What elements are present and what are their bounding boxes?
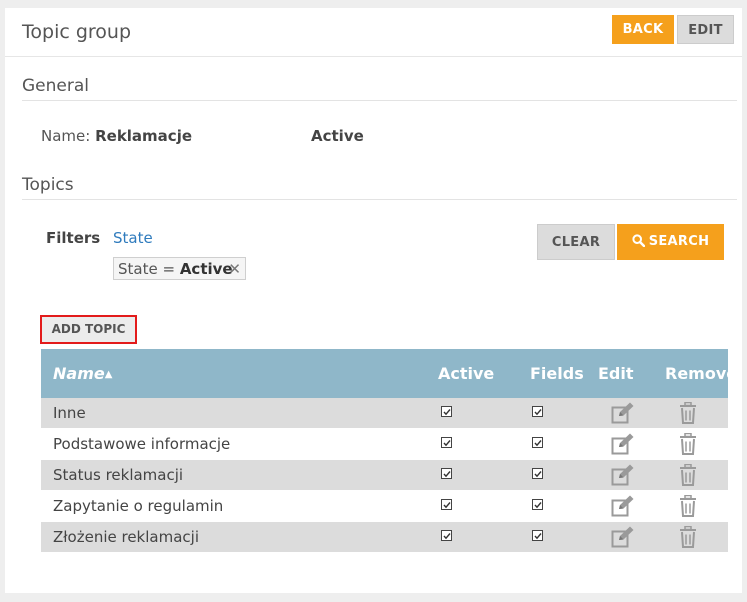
- back-button[interactable]: BACK: [612, 15, 674, 44]
- edit-icon[interactable]: [611, 433, 635, 459]
- topics-table: Name▲ Active Fields Edit Remove Inne Pod…: [41, 349, 737, 553]
- search-label: SEARCH: [648, 234, 710, 249]
- topic-name[interactable]: Status reklamacji: [53, 466, 183, 484]
- column-header-name[interactable]: Name▲: [53, 364, 112, 383]
- topic-name[interactable]: Inne: [53, 404, 86, 422]
- active-checkbox-icon: [441, 437, 452, 448]
- name-label: Name:: [41, 127, 91, 145]
- topic-group-panel: Topic group BACK EDIT General Name: Rekl…: [5, 8, 742, 593]
- column-header-edit: Edit: [598, 364, 634, 383]
- search-button[interactable]: SEARCH: [617, 224, 724, 260]
- page-title: Topic group: [22, 21, 132, 43]
- trash-icon[interactable]: [679, 494, 697, 521]
- edit-icon[interactable]: [611, 495, 635, 521]
- name-value: Reklamacje: [95, 127, 193, 145]
- name-field: Name: Reklamacje: [41, 127, 192, 145]
- active-checkbox-icon: [441, 530, 452, 541]
- table-row: Podstawowe informacje: [41, 429, 728, 460]
- active-checkbox-icon: [441, 499, 452, 510]
- close-icon[interactable]: ✕: [228, 258, 241, 280]
- edit-icon[interactable]: [611, 402, 635, 428]
- search-icon: [632, 234, 645, 248]
- topics-divider: [22, 199, 737, 200]
- edit-button[interactable]: EDIT: [677, 15, 734, 44]
- name-header-label: Name: [53, 364, 105, 383]
- state-filter-chip: State = Active ✕: [113, 257, 246, 280]
- table-row: Status reklamacji: [41, 460, 728, 491]
- table-row: Zapytanie o regulamin: [41, 491, 728, 522]
- fields-checkbox-icon: [532, 406, 543, 417]
- clear-button[interactable]: CLEAR: [537, 224, 615, 260]
- filters-label: Filters: [46, 229, 101, 247]
- fields-checkbox-icon: [532, 437, 543, 448]
- state-value: Active: [311, 127, 364, 145]
- general-divider: [22, 100, 737, 101]
- column-header-fields: Fields: [530, 364, 584, 383]
- topics-section-title: Topics: [22, 175, 74, 195]
- column-header-remove: Remove: [665, 364, 738, 383]
- trash-icon[interactable]: [679, 463, 697, 490]
- chip-value: Active: [179, 260, 233, 278]
- active-checkbox-icon: [441, 406, 452, 417]
- table-body: Inne Podstawowe informacje Status reklam…: [41, 398, 728, 553]
- topic-name[interactable]: Złożenie reklamacji: [53, 528, 199, 546]
- fields-checkbox-icon: [532, 530, 543, 541]
- trash-icon[interactable]: [679, 401, 697, 428]
- state-filter-link[interactable]: State: [113, 229, 153, 247]
- table-header: Name▲ Active Fields Edit Remove: [41, 349, 737, 398]
- table-row: Inne: [41, 398, 728, 429]
- general-section-title: General: [22, 76, 89, 96]
- add-topic-button[interactable]: ADD TOPIC: [40, 315, 137, 344]
- sort-ascending-icon: ▲: [104, 369, 113, 380]
- edit-icon[interactable]: [611, 526, 635, 552]
- topic-name[interactable]: Podstawowe informacje: [53, 435, 230, 453]
- edit-icon[interactable]: [611, 464, 635, 490]
- active-checkbox-icon: [441, 468, 452, 479]
- fields-checkbox-icon: [532, 468, 543, 479]
- page-header: Topic group BACK EDIT: [5, 8, 742, 57]
- fields-checkbox-icon: [532, 499, 543, 510]
- chip-prefix: State =: [118, 260, 180, 278]
- column-header-active: Active: [438, 364, 495, 383]
- topic-name[interactable]: Zapytanie o regulamin: [53, 497, 223, 515]
- trash-icon[interactable]: [679, 432, 697, 459]
- table-row: Złożenie reklamacji: [41, 522, 728, 553]
- trash-icon[interactable]: [679, 525, 697, 552]
